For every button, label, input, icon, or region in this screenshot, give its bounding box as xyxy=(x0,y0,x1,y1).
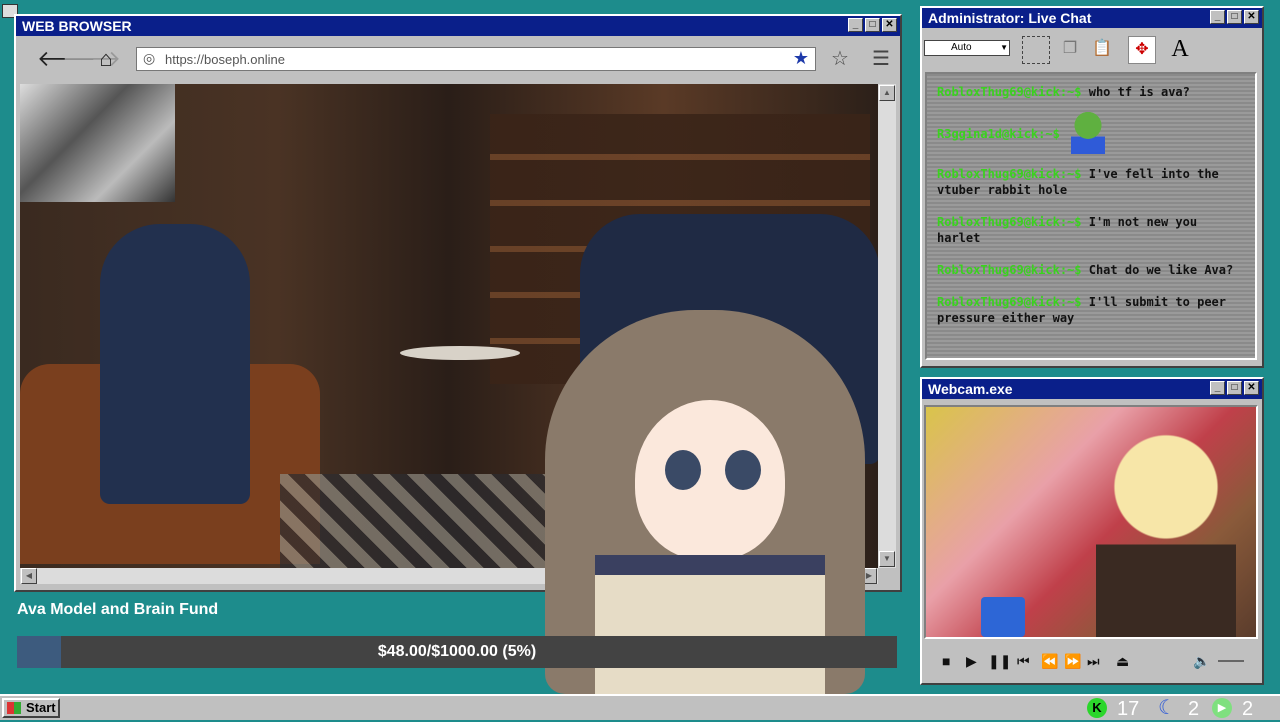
wall-painting xyxy=(20,84,175,202)
close-button[interactable]: ✕ xyxy=(882,18,897,32)
play-count: 2 xyxy=(1242,698,1254,720)
webcam-title: Webcam.exe xyxy=(928,381,1013,397)
chat-username[interactable]: RobloxThug69@kick:~$ xyxy=(937,263,1082,277)
chat-titlebar[interactable]: Administrator: Live Chat _ □ ✕ xyxy=(922,8,1262,28)
chat-message: R3ggina1d@kick:~$ xyxy=(937,110,1245,154)
webcam-feed xyxy=(924,405,1258,639)
forward-arrow-icon[interactable]: 🡒 xyxy=(62,47,121,71)
scroll-left-arrow-icon[interactable]: ◀ xyxy=(21,568,37,584)
avatar-eye-right xyxy=(725,450,761,490)
kick-count: 17 xyxy=(1117,698,1140,720)
skip-forward-icon[interactable]: ⏭ xyxy=(1087,652,1100,670)
home-icon[interactable]: ⌂ xyxy=(94,47,118,71)
font-icon[interactable]: A xyxy=(1166,36,1194,64)
chat-message: RobloxThug69@kick:~$ I'm not new you har… xyxy=(937,214,1245,246)
catboy-avatar xyxy=(1096,427,1236,637)
back-arrow-icon[interactable]: 🡐 xyxy=(37,47,96,71)
chat-message-list: RobloxThug69@kick:~$ who tf is ava? R3gg… xyxy=(937,84,1245,326)
copy-icon[interactable]: ❐ xyxy=(1056,36,1084,64)
avatar-face xyxy=(635,400,785,560)
chat-username[interactable]: R3ggina1d@kick:~$ xyxy=(937,127,1060,141)
scroll-up-arrow-icon[interactable]: ▲ xyxy=(879,85,895,101)
chat-message: RobloxThug69@kick:~$ I've fell into the … xyxy=(937,166,1245,198)
chat-username[interactable]: RobloxThug69@kick:~$ xyxy=(937,85,1082,99)
scroll-down-arrow-icon[interactable]: ▼ xyxy=(879,551,895,567)
close-button[interactable]: ✕ xyxy=(1244,10,1259,24)
chevron-down-icon: ▼ xyxy=(1000,43,1008,52)
select-icon[interactable] xyxy=(1022,36,1050,64)
chat-message: RobloxThug69@kick:~$ who tf is ava? xyxy=(937,84,1245,100)
browser-title: WEB BROWSER xyxy=(22,18,132,34)
maximize-button[interactable]: □ xyxy=(1227,10,1242,24)
volume-slider[interactable] xyxy=(1218,660,1244,662)
close-button[interactable]: ✕ xyxy=(1244,381,1259,395)
globe-icon: ◎ xyxy=(143,50,156,66)
minimize-button[interactable]: _ xyxy=(1210,381,1225,395)
avatar-eye-left xyxy=(665,450,701,490)
star-outline-icon[interactable]: ☆ xyxy=(828,47,852,71)
chat-username[interactable]: RobloxThug69@kick:~$ xyxy=(937,295,1082,309)
play-icon[interactable]: ▶ xyxy=(966,652,977,670)
vertical-scrollbar[interactable]: ▲ ▼ xyxy=(878,84,896,568)
start-button[interactable]: Start xyxy=(2,698,60,718)
fast-forward-icon[interactable]: ⏩ xyxy=(1064,652,1081,670)
chat-message: RobloxThug69@kick:~$ I'll submit to peer… xyxy=(937,294,1245,326)
pepe-emote-icon xyxy=(1071,110,1105,154)
minimize-button[interactable]: _ xyxy=(1210,10,1225,24)
paste-icon[interactable]: 📋 xyxy=(1088,36,1116,64)
taskbar: Start K 17 ☾ 2 ▶ 2 xyxy=(0,694,1280,720)
moon-count: 2 xyxy=(1188,698,1200,720)
skip-back-icon[interactable]: ⏮ xyxy=(1017,652,1030,670)
side-table xyxy=(400,346,520,360)
fund-progress-bar: $48.00/$1000.00 (5%) xyxy=(17,636,897,668)
chat-text: Chat do we like Ava? xyxy=(1081,263,1234,277)
fund-title: Ava Model and Brain Fund xyxy=(17,601,219,618)
browser-titlebar[interactable]: WEB BROWSER _ □ ✕ xyxy=(16,16,900,36)
chat-message: RobloxThug69@kick:~$ Chat do we like Ava… xyxy=(937,262,1245,278)
font-size-select[interactable]: Auto ▼ xyxy=(924,40,1010,56)
volume-icon[interactable]: 🔈 xyxy=(1193,652,1210,670)
chat-log[interactable]: RobloxThug69@kick:~$ who tf is ava? R3gg… xyxy=(925,72,1257,360)
mug xyxy=(981,597,1025,637)
kick-icon[interactable]: K xyxy=(1087,698,1107,718)
play-circle-icon[interactable]: ▶ xyxy=(1212,698,1232,718)
start-label: Start xyxy=(26,700,56,715)
chat-text: who tf is ava? xyxy=(1081,85,1190,99)
hamburger-menu-icon[interactable]: ☰ xyxy=(869,47,893,71)
avatar-uniform xyxy=(595,555,825,694)
rewind-icon[interactable]: ⏪ xyxy=(1041,652,1058,670)
font-size-value: Auto xyxy=(951,42,972,53)
star-filled-icon[interactable]: ★ xyxy=(793,48,809,69)
fund-progress-text: $48.00/$1000.00 (5%) xyxy=(377,643,537,660)
url-text[interactable]: https://boseph.online xyxy=(165,52,285,67)
stop-icon[interactable]: ■ xyxy=(942,652,950,670)
eject-icon[interactable]: ⏏ xyxy=(1116,652,1129,670)
maximize-button[interactable]: □ xyxy=(865,18,880,32)
webcam-titlebar[interactable]: Webcam.exe _ □ ✕ xyxy=(922,379,1262,399)
pause-icon[interactable]: ❚❚ xyxy=(988,652,1011,670)
chat-username[interactable]: RobloxThug69@kick:~$ xyxy=(937,167,1082,181)
move-icon[interactable]: ✥ xyxy=(1128,36,1156,64)
moon-icon[interactable]: ☾ xyxy=(1158,698,1176,718)
maximize-button[interactable]: □ xyxy=(1227,381,1242,395)
chat-username[interactable]: RobloxThug69@kick:~$ xyxy=(937,215,1082,229)
chat-title: Administrator: Live Chat xyxy=(928,10,1092,26)
person-left xyxy=(100,224,250,504)
windows-logo-icon xyxy=(7,702,21,714)
address-bar[interactable]: ◎ https://boseph.online ★ xyxy=(136,47,816,71)
minimize-button[interactable]: _ xyxy=(848,18,863,32)
